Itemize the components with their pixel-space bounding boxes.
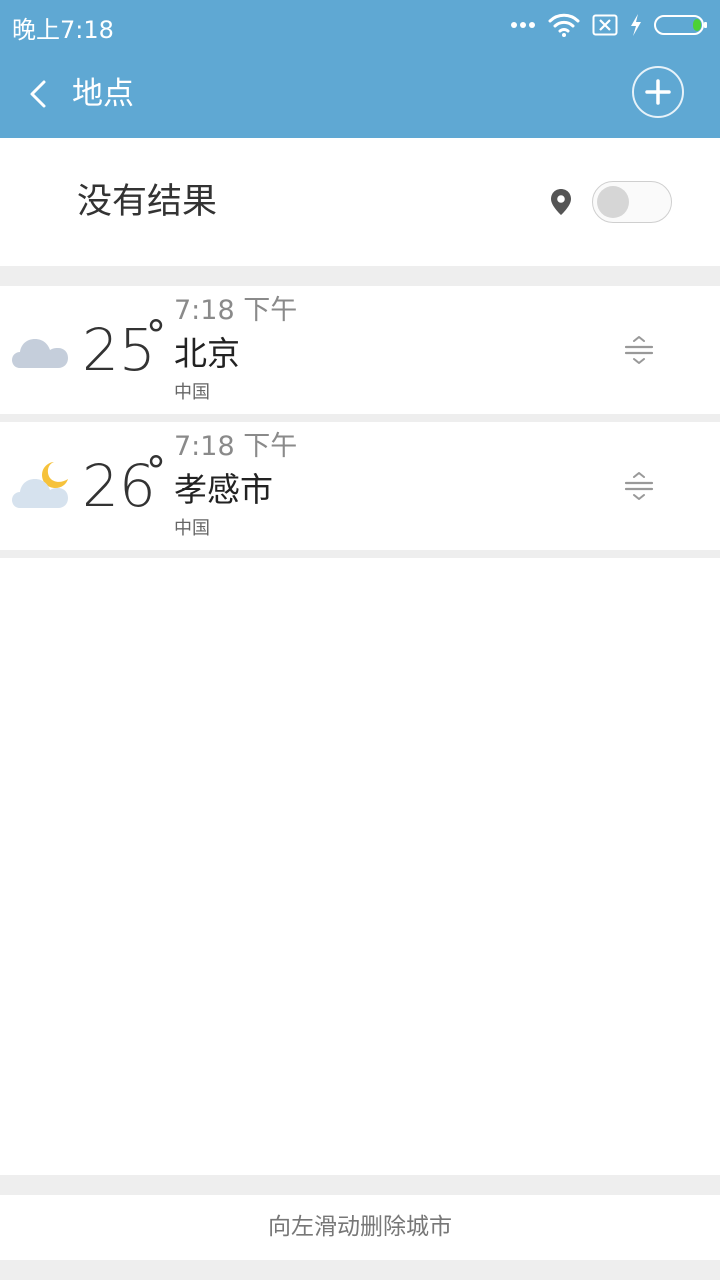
swipe-delete-hint: 向左滑动删除城市	[268, 1214, 452, 1240]
chevron-left-icon	[30, 80, 46, 108]
location-pin-icon	[551, 189, 571, 215]
drag-handle-icon[interactable]	[624, 472, 654, 500]
location-result-label: 没有结果	[77, 182, 218, 222]
more-dots-icon	[511, 22, 535, 28]
current-location-row: 没有结果	[0, 138, 720, 266]
local-time: 7:18 下午	[174, 431, 298, 462]
card-separator	[0, 414, 720, 422]
status-bar: 晚上7:18	[0, 0, 720, 50]
toolbar: 地点	[0, 50, 720, 138]
country-name: 中国	[174, 382, 210, 403]
toggle-knob	[597, 186, 629, 218]
location-toggle[interactable]	[592, 181, 672, 223]
city-card-beijing[interactable]: 25 ° 7:18 下午 北京 中国	[0, 286, 720, 414]
degree-symbol: °	[146, 449, 166, 495]
charging-bolt-icon	[631, 14, 641, 36]
city-card-xiaogan[interactable]: 26 ° 7:18 下午 孝感市 中国	[0, 422, 720, 550]
battery-icon	[654, 15, 707, 35]
city-name: 北京	[174, 334, 240, 373]
section-separator	[0, 266, 720, 286]
footer: 向左滑动删除城市	[0, 1195, 720, 1260]
degree-symbol: °	[146, 313, 166, 359]
cloudy-icon	[12, 339, 68, 368]
add-city-button[interactable]	[632, 66, 684, 118]
app-header: 晚上7:18 地点	[0, 0, 720, 138]
status-time: 晚上7:18	[12, 16, 114, 44]
country-name: 中国	[174, 518, 210, 539]
wifi-icon	[548, 13, 580, 37]
city-name: 孝感市	[174, 470, 273, 509]
local-time: 7:18 下午	[174, 295, 298, 326]
temperature: 25	[82, 316, 156, 384]
status-icons	[510, 10, 708, 40]
plus-icon	[645, 79, 671, 105]
sim-x-icon	[592, 14, 618, 36]
drag-handle-icon[interactable]	[624, 336, 654, 364]
temperature: 26	[82, 452, 156, 520]
footer-separator	[0, 1175, 720, 1195]
card-separator	[0, 550, 720, 558]
page-title: 地点	[72, 76, 134, 112]
partly-cloudy-night-icon	[12, 462, 68, 508]
bottom-bar	[0, 1260, 720, 1280]
back-button[interactable]	[18, 72, 58, 116]
